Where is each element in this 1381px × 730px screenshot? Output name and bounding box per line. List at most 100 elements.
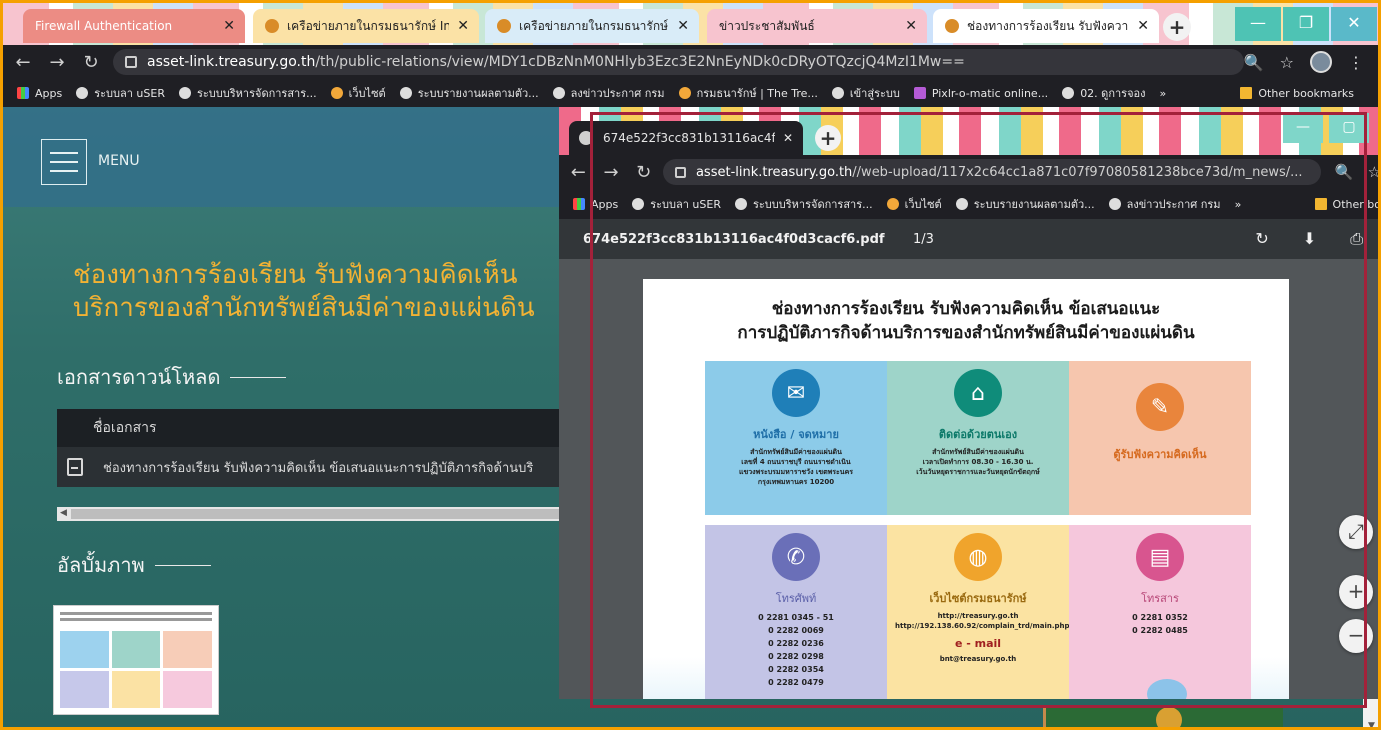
forward-icon[interactable]: → (43, 52, 71, 73)
bookmark-item[interactable]: ลงข่าวประกาศ กรม (1108, 195, 1221, 213)
forward-icon[interactable]: → (598, 162, 625, 183)
bookmark-item[interactable]: ระบบรายงานผลตามตัว... (955, 195, 1095, 213)
channel-suggestion-box: ✎ ตู้รับฟังความคิดเห็น (1069, 361, 1251, 515)
close-icon[interactable]: ✕ (677, 18, 689, 34)
bookmarks-more-button[interactable]: » (1235, 198, 1242, 211)
album-thumbnail[interactable] (53, 605, 219, 715)
bookmark-item[interactable]: 02. ดูการจอง (1062, 84, 1146, 102)
tab-firewall-authentication[interactable]: Firewall Authentication ✕ (23, 9, 245, 43)
fit-page-icon[interactable]: ⤢ (1339, 515, 1373, 549)
crest-icon (945, 19, 959, 33)
reload-icon[interactable]: ↻ (77, 52, 105, 73)
bookmark-item[interactable]: ระบบลา uSER (76, 84, 165, 102)
new-tab-button[interactable]: + (815, 125, 841, 151)
bookmark-item[interactable]: ลงข่าวประกาศ กรม (552, 84, 665, 102)
doc-link[interactable]: ช่องทางการร้องเรียน รับฟังความคิดเห็น ข้… (103, 457, 533, 478)
close-icon[interactable]: ✕ (457, 18, 469, 34)
zoom-icon[interactable]: 🔍 (1335, 163, 1354, 181)
bookmarks-more-button[interactable]: » (1160, 87, 1167, 100)
bookmark-apps[interactable]: Apps (573, 198, 618, 211)
house-icon: ⌂ (954, 369, 1002, 417)
lock-icon (125, 56, 137, 68)
menu-button[interactable] (41, 139, 87, 185)
browser-toolbar: ← → ↻ asset-link.treasury.go.th/th/publi… (3, 45, 1378, 79)
zoom-out-icon[interactable]: − (1339, 619, 1373, 653)
close-icon[interactable]: ✕ (905, 18, 917, 34)
close-icon[interactable]: ✕ (783, 131, 793, 145)
crest-icon (678, 87, 691, 99)
back-icon[interactable]: ← (9, 52, 37, 73)
tab-public-relations[interactable]: ข่าวประชาสัมพันธ์ ✕ (707, 9, 927, 43)
tab-intranet[interactable]: เครือข่ายภายในกรมธนารักษ์ Intranet ✕ (253, 9, 479, 43)
new-tab-button[interactable]: + (1163, 13, 1191, 41)
channel-fax: ▤ โทรสาร 0 2281 0352 0 2282 0485 (1069, 525, 1251, 699)
tab-title: ข่าวประชาสัมพันธ์ (719, 18, 815, 33)
bookmark-item[interactable]: Pixlr-o-matic online... (913, 87, 1048, 100)
lock-icon (674, 166, 686, 178)
bookmark-item[interactable]: ระบบรายงานผลตามตัว... (399, 84, 539, 102)
pdf-viewer[interactable]: ช่องทางการร้องเรียน รับฟังความคิดเห็น ข้… (559, 259, 1378, 699)
other-bookmarks[interactable]: Other bo (1314, 198, 1378, 211)
chevron-down-icon[interactable]: ▼ (1368, 721, 1375, 727)
star-icon[interactable]: ☆ (1280, 53, 1294, 72)
tab-intranet-news[interactable]: เครือข่ายภายในกรมธนารักษ์ | ข่าวประ ✕ (485, 9, 699, 43)
bookmark-item[interactable]: เว็บไซต์ (886, 195, 942, 213)
pdf-filename: 674e522f3cc831b13116ac4f0d3cacf6.pdf (583, 231, 885, 247)
apps-icon (573, 198, 585, 210)
maximize-button[interactable]: ❐ (1283, 7, 1329, 41)
minimize-button[interactable]: — (1235, 7, 1281, 41)
bookmark-item[interactable]: กรมธนารักษ์ | The Tre... (678, 84, 818, 102)
footer-banner (1043, 705, 1283, 727)
reload-icon[interactable]: ↻ (630, 162, 657, 183)
album-heading: อัลบั้มภาพ (57, 549, 211, 581)
menu-label[interactable]: MENU (98, 153, 140, 169)
table-row[interactable]: ช่องทางการร้องเรียน รับฟังความคิดเห็น ข้… (57, 447, 567, 487)
chevron-left-icon[interactable]: ◀ (60, 508, 67, 518)
channel-phone: ✆ โทรศัพท์ 0 2281 0345 - 51 0 2282 0069 … (705, 525, 887, 699)
bookmark-item[interactable]: เว็บไซต์ (330, 84, 386, 102)
crest-icon (330, 87, 343, 99)
star-icon[interactable]: ☆ (1368, 163, 1378, 181)
zoom-in-icon[interactable]: + (1339, 575, 1373, 609)
other-bookmarks[interactable]: Other bookmarks (1240, 87, 1354, 100)
globe-icon (1062, 87, 1075, 99)
download-icon[interactable]: ⬇ (1303, 229, 1316, 249)
popup-tab-pdf[interactable]: 674e522f3cc831b13116ac4f0d3c ✕ (569, 121, 803, 155)
print-icon[interactable]: ⎙ (1350, 229, 1363, 249)
url-domain: asset-link.treasury.go.th (147, 54, 316, 70)
globe-icon (955, 198, 968, 210)
mailbox-icon: ✎ (1136, 383, 1184, 431)
bookmark-item[interactable]: เข้าสู่ระบบ (831, 84, 900, 102)
maximize-button[interactable]: ▢ (1329, 113, 1369, 143)
tab-title: เครือข่ายภายในกรมธนารักษ์ | ข่าวประ (519, 18, 669, 33)
zoom-icon[interactable]: 🔍 (1244, 53, 1264, 72)
popup-address-bar[interactable]: asset-link.treasury.go.th//web-upload/11… (662, 159, 1321, 185)
bookmark-item[interactable]: ระบบลา uSER (632, 195, 721, 213)
close-window-button[interactable]: ✕ (1331, 7, 1377, 41)
bookmark-item[interactable]: ระบบบริหารจัดการสาร... (734, 195, 873, 213)
bookmarks-bar: Apps ระบบลา uSER ระบบบริหารจัดการสาร... … (3, 79, 1378, 107)
more-icon[interactable]: ⋮ (1348, 53, 1364, 72)
back-icon[interactable]: ← (565, 162, 592, 183)
apps-icon (17, 87, 29, 99)
close-icon[interactable]: ✕ (1137, 18, 1149, 34)
url-path: /th/public-relations/view/MDY1cDBzNnM0NH… (315, 54, 965, 70)
popup-toolbar: ← → ↻ asset-link.treasury.go.th//web-upl… (559, 155, 1378, 189)
globe-icon (552, 87, 565, 99)
close-icon[interactable]: ✕ (223, 18, 235, 34)
horizontal-scrollbar[interactable]: ◀ (57, 507, 567, 521)
bookmark-apps[interactable]: Apps (17, 87, 62, 100)
address-bar[interactable]: asset-link.treasury.go.th/th/public-rela… (113, 49, 1244, 75)
pdf-page: ช่องทางการร้องเรียน รับฟังความคิดเห็น ข้… (643, 279, 1289, 699)
globe-icon (178, 87, 191, 99)
tab-complaint-channels[interactable]: ช่องทางการร้องเรียน รับฟังความคิดเห็น ✕ (933, 9, 1159, 43)
avatar[interactable] (1310, 51, 1332, 73)
pdf-page-indicator[interactable]: 1/3 (913, 232, 993, 247)
scrollbar-thumb[interactable] (71, 509, 561, 519)
folder-icon (1240, 87, 1253, 99)
rotate-icon[interactable]: ↻ (1255, 229, 1268, 249)
pdf-toolbar: 674e522f3cc831b13116ac4f0d3cacf6.pdf 1/3… (559, 219, 1378, 259)
bookmark-item[interactable]: ระบบบริหารจัดการสาร... (178, 84, 317, 102)
pdf-popup-window: 674e522f3cc831b13116ac4f0d3c ✕ + — ▢ ← →… (559, 107, 1378, 699)
minimize-button[interactable]: — (1283, 113, 1323, 143)
